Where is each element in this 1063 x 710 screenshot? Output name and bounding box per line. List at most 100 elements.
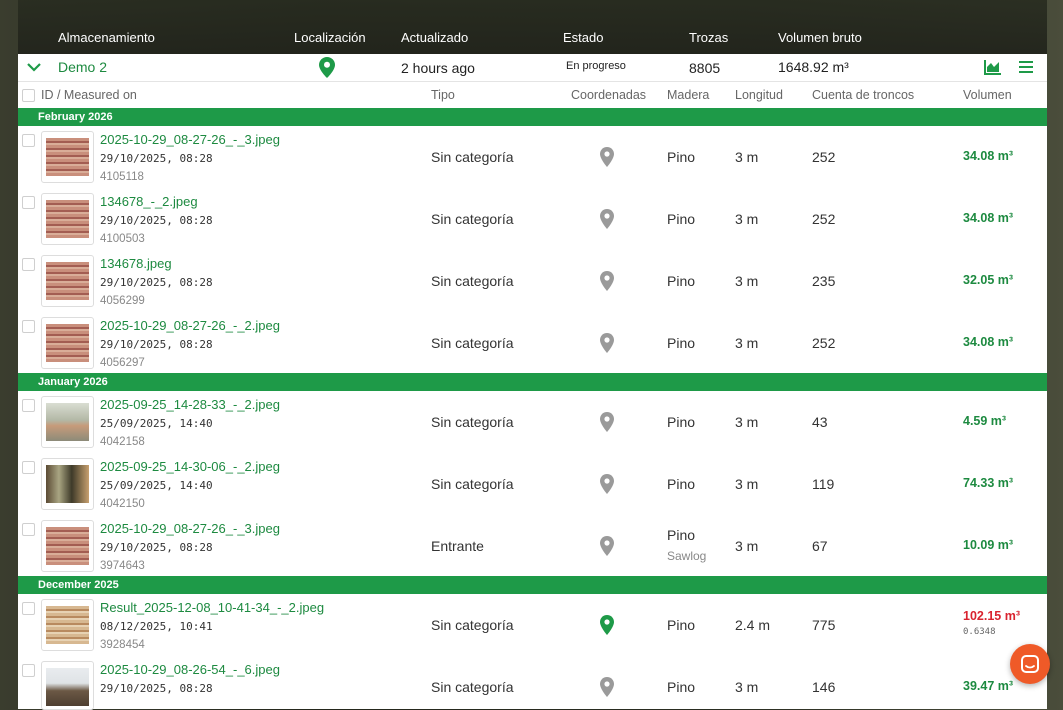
volume-value: 34.08 m³ — [963, 149, 1014, 163]
location-pin-icon[interactable] — [319, 57, 335, 78]
measured-date: 29/10/2025, 08:28 — [100, 338, 213, 351]
location-pin-icon[interactable] — [600, 412, 614, 432]
file-name[interactable]: Result_2025-12-08_10-41-34_-_2.jpeg — [100, 600, 324, 615]
location-pin-icon[interactable] — [600, 271, 614, 291]
longitud-value: 3 m — [735, 679, 759, 695]
row-checkbox[interactable] — [22, 320, 35, 333]
file-name[interactable]: 2025-10-29_08-26-54_-_6.jpeg — [100, 662, 280, 677]
table-row[interactable]: 2025-10-29_08-27-26_-_3.jpeg 29/10/2025,… — [18, 515, 1047, 578]
col-status[interactable]: Estado — [563, 30, 603, 45]
menu-icon[interactable] — [1018, 60, 1034, 74]
tipo-value: Sin categoría — [431, 476, 514, 492]
file-name[interactable]: 2025-10-29_08-27-26_-_3.jpeg — [100, 132, 280, 147]
madera-value: Pino — [667, 149, 696, 165]
col-storage[interactable]: Almacenamiento — [58, 30, 155, 45]
file-name[interactable]: 134678_-_2.jpeg — [100, 194, 198, 209]
location-pin-icon[interactable] — [600, 147, 614, 167]
volume-value: 34.08 m³ — [963, 335, 1014, 349]
thumbnail-image[interactable] — [41, 396, 94, 448]
th-tipo[interactable]: Tipo — [431, 88, 455, 102]
table-row[interactable]: 134678.jpeg 29/10/2025, 08:28 4056299 Si… — [18, 250, 1047, 313]
storage-panel: Almacenamiento Localización Actualizado … — [18, 0, 1047, 710]
location-pin-icon[interactable] — [600, 474, 614, 494]
row-checkbox[interactable] — [22, 461, 35, 474]
location-pin-icon[interactable] — [600, 536, 614, 556]
volume-value: 32.05 m³ — [963, 273, 1014, 287]
th-longitud[interactable]: Longitud — [735, 88, 783, 102]
th-id[interactable]: ID / Measured on — [41, 88, 137, 102]
thumbnail-image[interactable] — [41, 599, 94, 651]
chat-launcher-button[interactable] — [1010, 644, 1050, 684]
storage-row[interactable]: Demo 2 2 hours ago En progreso 8805 1648… — [18, 54, 1047, 82]
storage-updated: 2 hours ago — [401, 60, 475, 76]
table-row[interactable]: Result_2025-12-08_10-41-34_-_2.jpeg 08/1… — [18, 594, 1047, 657]
log-count: 252 — [812, 211, 836, 227]
col-logs[interactable]: Trozas — [689, 30, 728, 45]
table-row[interactable]: 2025-09-25_14-28-33_-_2.jpeg 25/09/2025,… — [18, 391, 1047, 454]
storage-volume: 1648.92 m³ — [778, 59, 849, 75]
storage-name[interactable]: Demo 2 — [58, 59, 107, 75]
table-row[interactable]: 2025-10-29_08-26-54_-_6.jpeg 29/10/2025,… — [18, 656, 1047, 710]
chart-icon[interactable] — [984, 59, 1002, 75]
table-row[interactable]: 2025-10-29_08-27-26_-_3.jpeg 29/10/2025,… — [18, 126, 1047, 189]
th-volumen[interactable]: Volumen — [963, 88, 1012, 102]
th-cuenta[interactable]: Cuenta de troncos — [812, 88, 914, 102]
volume-value: 39.47 m³ — [963, 679, 1014, 693]
file-name[interactable]: 2025-10-29_08-27-26_-_3.jpeg — [100, 521, 280, 536]
location-pin-icon[interactable] — [600, 209, 614, 229]
chevron-down-icon[interactable] — [26, 61, 42, 73]
volume-value: 34.08 m³ — [963, 211, 1014, 225]
col-gross-volume[interactable]: Volumen bruto — [778, 30, 862, 45]
tipo-value: Sin categoría — [431, 414, 514, 430]
file-name[interactable]: 2025-09-25_14-28-33_-_2.jpeg — [100, 397, 280, 412]
col-location[interactable]: Localización — [294, 30, 366, 45]
row-checkbox[interactable] — [22, 664, 35, 677]
col-updated[interactable]: Actualizado — [401, 30, 468, 45]
longitud-value: 3 m — [735, 149, 759, 165]
file-name[interactable]: 2025-10-29_08-27-26_-_2.jpeg — [100, 318, 280, 333]
location-pin-icon[interactable] — [600, 677, 614, 697]
record-id: 3928454 — [100, 639, 145, 651]
tipo-value: Sin categoría — [431, 211, 514, 227]
log-count: 146 — [812, 679, 836, 695]
tipo-value: Entrante — [431, 538, 484, 554]
measured-date: 08/12/2025, 10:41 — [100, 620, 213, 633]
longitud-value: 3 m — [735, 335, 759, 351]
table-header: ID / Measured on Tipo Coordenadas Madera… — [18, 82, 1047, 109]
th-coords[interactable]: Coordenadas — [571, 88, 646, 102]
thumbnail-image[interactable] — [41, 317, 94, 369]
table-row[interactable]: 134678_-_2.jpeg 29/10/2025, 08:28 410050… — [18, 188, 1047, 251]
record-id: 4105118 — [100, 171, 144, 183]
file-name[interactable]: 2025-09-25_14-30-06_-_2.jpeg — [100, 459, 280, 474]
row-checkbox[interactable] — [22, 523, 35, 536]
tipo-value: Sin categoría — [431, 679, 514, 695]
row-checkbox[interactable] — [22, 399, 35, 412]
record-id: 4056299 — [100, 295, 145, 307]
row-checkbox[interactable] — [22, 258, 35, 271]
location-pin-icon[interactable] — [600, 615, 614, 635]
table-row[interactable]: 2025-10-29_08-27-26_-_2.jpeg 29/10/2025,… — [18, 312, 1047, 375]
longitud-value: 3 m — [735, 476, 759, 492]
longitud-value: 3 m — [735, 211, 759, 227]
select-all-checkbox[interactable] — [22, 89, 35, 102]
thumbnail-image[interactable] — [41, 255, 94, 307]
th-madera[interactable]: Madera — [667, 88, 709, 102]
measured-date: 25/09/2025, 14:40 — [100, 417, 213, 430]
location-pin-icon[interactable] — [600, 333, 614, 353]
log-count: 67 — [812, 538, 828, 554]
thumbnail-image[interactable] — [41, 661, 94, 710]
thumbnail-image[interactable] — [41, 458, 94, 510]
madera-value: Pino — [667, 617, 696, 633]
volume-ratio: 0.6348 — [963, 627, 996, 637]
row-checkbox[interactable] — [22, 196, 35, 209]
file-name[interactable]: 134678.jpeg — [100, 256, 172, 271]
thumbnail-image[interactable] — [41, 520, 94, 572]
thumbnail-image[interactable] — [41, 193, 94, 245]
volume-value: 10.09 m³ — [963, 538, 1014, 552]
thumbnail-image[interactable] — [41, 131, 94, 183]
row-checkbox[interactable] — [22, 134, 35, 147]
row-checkbox[interactable] — [22, 602, 35, 615]
madera-value: Pino — [667, 679, 696, 695]
measured-date: 29/10/2025, 08:28 — [100, 682, 213, 695]
table-row[interactable]: 2025-09-25_14-30-06_-_2.jpeg 25/09/2025,… — [18, 453, 1047, 516]
